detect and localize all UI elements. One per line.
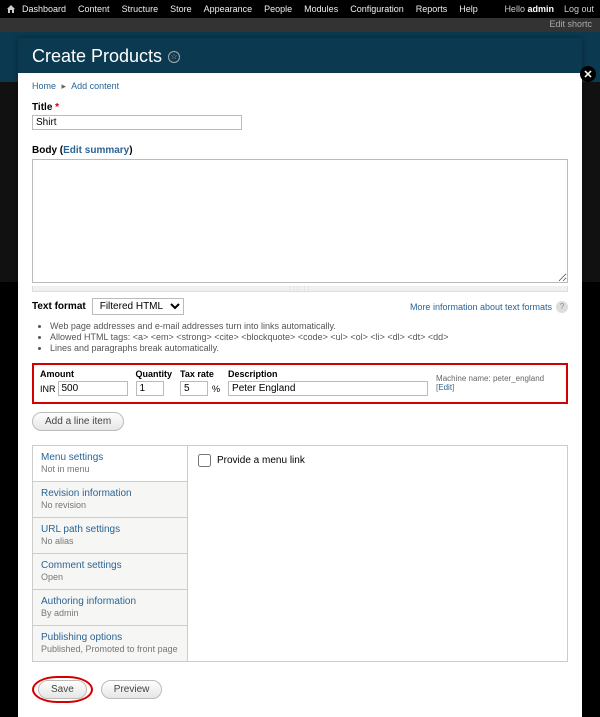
add-line-item-button[interactable]: Add a line item xyxy=(32,412,124,431)
page-title: Create Products ☆ xyxy=(32,46,568,73)
body-textarea[interactable] xyxy=(32,159,568,283)
textarea-grippie[interactable]: :::::: xyxy=(32,286,568,292)
body-label: Body (Edit summary) xyxy=(32,145,133,156)
text-format-select[interactable]: Filtered HTML xyxy=(92,298,184,315)
menu-configuration[interactable]: Configuration xyxy=(350,4,404,14)
quantity-input[interactable] xyxy=(136,381,164,396)
description-input[interactable] xyxy=(228,381,428,396)
vtab-publishing-options[interactable]: Publishing options Published, Promoted t… xyxy=(33,626,187,661)
line-item-box: Amount INR Quantity Tax rate % xyxy=(32,363,568,404)
format-tips: Web page addresses and e-mail addresses … xyxy=(40,321,568,353)
menu-store[interactable]: Store xyxy=(170,4,192,14)
edit-shortcuts-link[interactable]: Edit shortc xyxy=(549,19,592,29)
vertical-tabs: Menu settings Not in menu Revision infor… xyxy=(32,445,568,662)
quantity-header: Quantity xyxy=(136,369,173,379)
vtab-pane: Provide a menu link xyxy=(188,446,567,661)
menu-people[interactable]: People xyxy=(264,4,292,14)
vtab-comment-settings[interactable]: Comment settings Open xyxy=(33,554,187,590)
edit-summary-link[interactable]: Edit summary xyxy=(63,145,129,156)
shortcut-star-icon[interactable]: ☆ xyxy=(168,51,180,63)
admin-toolbar: Dashboard Content Structure Store Appear… xyxy=(0,0,600,18)
vtab-url-path-settings[interactable]: URL path settings No alias xyxy=(33,518,187,554)
toolbar-menu: Dashboard Content Structure Store Appear… xyxy=(22,4,504,14)
help-icon[interactable]: ? xyxy=(556,301,568,313)
provide-menu-link-label: Provide a menu link xyxy=(217,455,305,466)
logout-link[interactable]: Log out xyxy=(564,4,594,14)
tax-header: Tax rate xyxy=(180,369,220,379)
menu-reports[interactable]: Reports xyxy=(416,4,448,14)
overlay-close-button[interactable]: ✕ xyxy=(580,66,596,82)
machine-name-edit-link[interactable]: Edit xyxy=(438,383,452,392)
more-formats-link[interactable]: More information about text formats xyxy=(410,302,552,312)
title-label: Title * xyxy=(32,102,568,113)
text-format-label: Text format xyxy=(32,301,86,312)
hello-user[interactable]: Hello admin xyxy=(504,4,554,14)
breadcrumb-home[interactable]: Home xyxy=(32,81,56,91)
amount-header: Amount xyxy=(40,369,128,379)
vtab-authoring-information[interactable]: Authoring information By admin xyxy=(33,590,187,626)
overlay-panel: Create Products ☆ Home ▸ Add content Tit… xyxy=(18,38,582,631)
preview-button[interactable]: Preview xyxy=(101,680,163,699)
description-header: Description xyxy=(228,369,428,379)
machine-name-label: Machine name: peter_england [Edit] xyxy=(436,374,560,392)
vtab-revision-information[interactable]: Revision information No revision xyxy=(33,482,187,518)
menu-content[interactable]: Content xyxy=(78,4,110,14)
vtab-menu-settings[interactable]: Menu settings Not in menu xyxy=(33,446,187,482)
menu-help[interactable]: Help xyxy=(459,4,478,14)
menu-dashboard[interactable]: Dashboard xyxy=(22,4,66,14)
menu-structure[interactable]: Structure xyxy=(122,4,159,14)
breadcrumb: Home ▸ Add content xyxy=(32,81,568,92)
amount-input[interactable] xyxy=(58,381,128,396)
shortcut-bar: Edit shortc xyxy=(0,18,600,32)
title-input[interactable] xyxy=(32,115,242,130)
form-actions: Save Preview xyxy=(32,676,568,703)
save-highlight-ellipse: Save xyxy=(32,676,93,703)
save-button[interactable]: Save xyxy=(38,680,87,699)
home-icon[interactable] xyxy=(6,4,16,14)
provide-menu-link-checkbox[interactable] xyxy=(198,454,211,467)
percent-label: % xyxy=(212,384,220,394)
breadcrumb-add-content[interactable]: Add content xyxy=(71,81,119,91)
menu-modules[interactable]: Modules xyxy=(304,4,338,14)
currency-label: INR xyxy=(40,384,56,394)
menu-appearance[interactable]: Appearance xyxy=(204,4,253,14)
tax-input[interactable] xyxy=(180,381,208,396)
